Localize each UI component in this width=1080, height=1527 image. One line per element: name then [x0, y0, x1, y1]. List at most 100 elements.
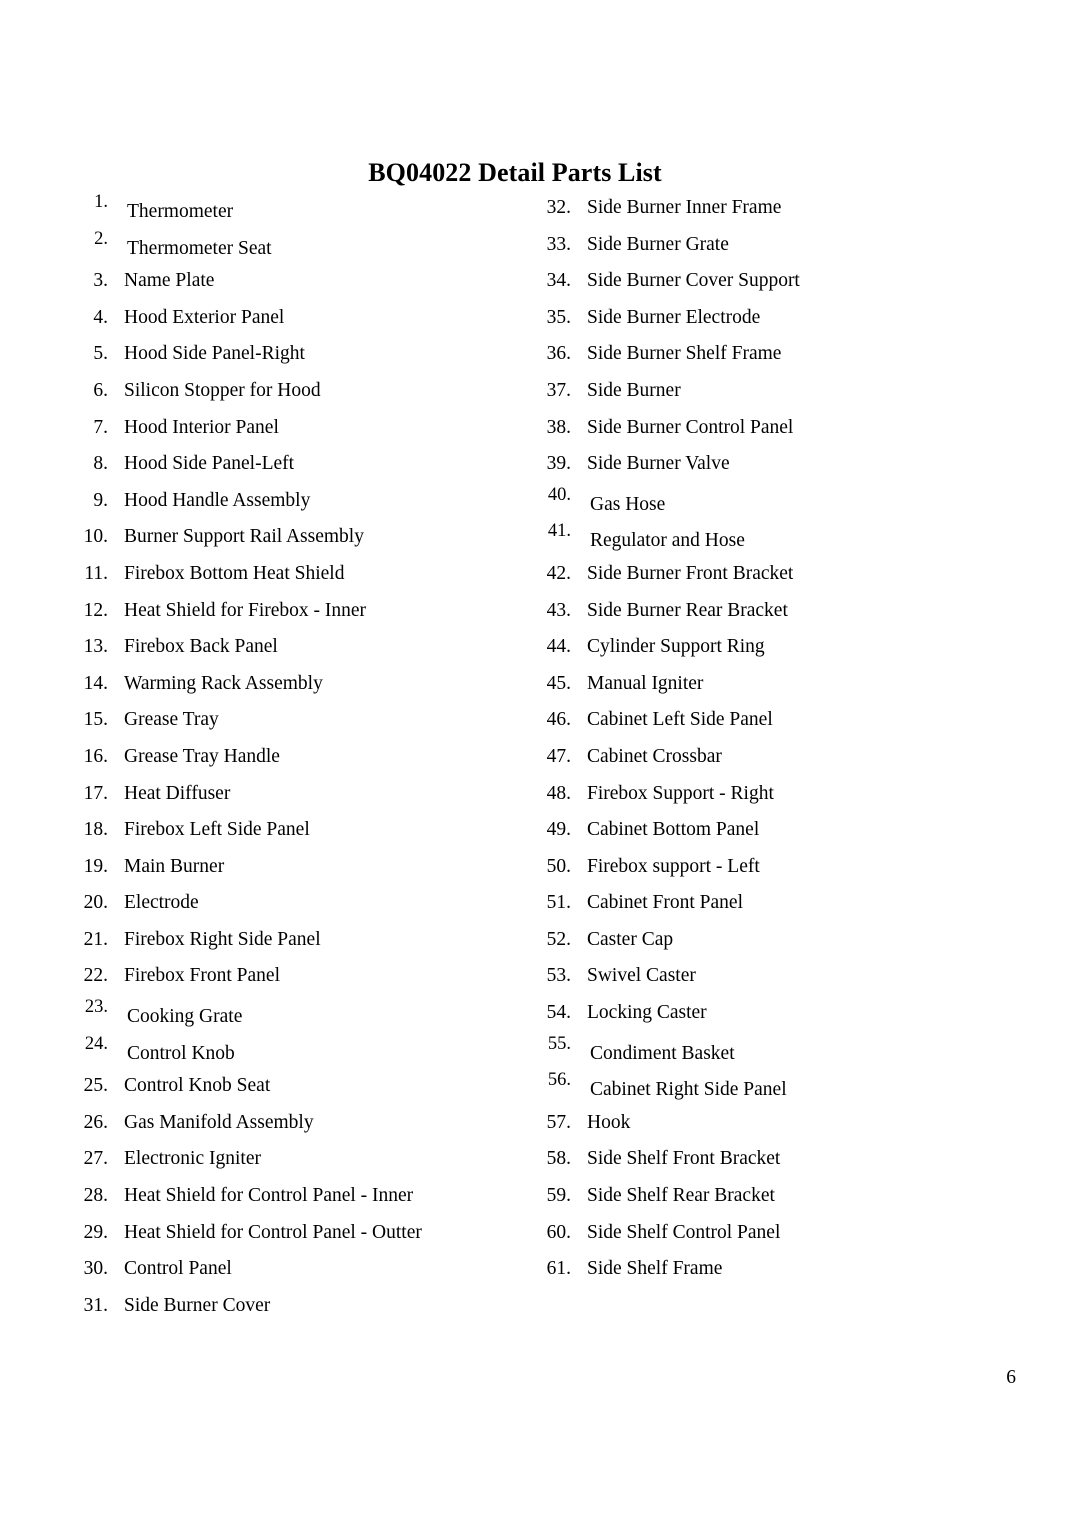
parts-list-item-number: 40.: [547, 484, 571, 505]
parts-list-item-label: Side Burner Grate: [587, 233, 729, 255]
parts-list-item: 16. Grease Tray Handle: [66, 739, 526, 776]
parts-list-item-number: 34.: [546, 270, 571, 292]
parts-list-item-number: 24.: [84, 1033, 108, 1054]
parts-list-item: 44. Cylinder Support Ring: [529, 629, 999, 666]
parts-list-item: 29. Heat Shield for Control Panel - Outte…: [66, 1215, 526, 1252]
parts-list-item-number: 26.: [83, 1111, 108, 1133]
parts-list-item-number: 29.: [83, 1221, 108, 1243]
parts-list-item-number: 51.: [546, 892, 571, 914]
parts-list-item: 55. Condiment Basket: [529, 1032, 999, 1069]
parts-list-item-label: Side Burner Shelf Frame: [587, 343, 782, 365]
parts-list-item-label: Side Burner Inner Frame: [587, 197, 782, 218]
parts-list-item-label: Side Burner: [587, 379, 681, 401]
parts-list-item-label: Manual Igniter: [587, 672, 704, 694]
parts-list-item-label: Side Burner Electrode: [587, 306, 761, 328]
parts-list-item-number: 46.: [546, 709, 571, 731]
parts-list-item: 18. Firebox Left Side Panel: [66, 812, 526, 849]
parts-list-item-number: 1.: [94, 192, 108, 212]
parts-list-item-label: Grease Tray: [124, 709, 219, 731]
parts-list-item: 9. Hood Handle Assembly: [66, 483, 526, 520]
parts-list-item: 24. Control Knob: [66, 1032, 526, 1069]
parts-list-item: 60. Side Shelf Control Panel: [529, 1215, 999, 1252]
parts-list-item-label: Name Plate: [124, 270, 215, 292]
parts-list-item-label: Condiment Basket: [590, 1042, 735, 1064]
parts-list-item-label: Cabinet Bottom Panel: [587, 819, 760, 841]
parts-list-item-number: 36.: [546, 343, 571, 365]
parts-list-item: 1. Thermometer: [66, 190, 526, 227]
parts-list-item: 61. Side Shelf Frame: [529, 1251, 999, 1288]
parts-list-item-number: 44.: [546, 636, 571, 658]
parts-list-item-label: Firebox Right Side Panel: [124, 928, 321, 950]
parts-list-item: 38. Side Burner Control Panel: [529, 410, 999, 447]
parts-list-item-number: 13.: [83, 636, 108, 658]
parts-list-item-number: 35.: [546, 306, 571, 328]
parts-list-item-label: Regulator and Hose: [590, 530, 745, 552]
parts-list-item-number: 41.: [547, 521, 571, 542]
parts-list-item-number: 42.: [546, 562, 571, 584]
parts-list-item-number: 38.: [546, 416, 571, 438]
parts-list-item: 57. Hook: [529, 1105, 999, 1142]
parts-list-item: 6. Silicon Stopper for Hood: [66, 373, 526, 410]
page-title: BQ04022 Detail Parts List: [368, 158, 662, 188]
parts-list-item-number: 45.: [546, 672, 571, 694]
page-number: 6: [1006, 1367, 1016, 1388]
parts-list-item: 8. Hood Side Panel-Left: [66, 446, 526, 483]
parts-list-item: 31. Side Burner Cover: [66, 1288, 526, 1325]
parts-list-item-label: Cylinder Support Ring: [587, 636, 765, 658]
parts-list-item: 52. Caster Cap: [529, 922, 999, 959]
parts-list-item-label: Warming Rack Assembly: [124, 672, 323, 694]
parts-list-item-number: 32.: [546, 197, 571, 218]
parts-list-item-label: Cabinet Front Panel: [587, 892, 743, 914]
parts-list-item-label: Grease Tray Handle: [124, 745, 280, 767]
parts-list-item-label: Heat Shield for Firebox - Inner: [124, 599, 367, 621]
parts-list-item-label: Firebox Left Side Panel: [124, 819, 310, 841]
parts-list-item: 10. Burner Support Rail Assembly: [66, 519, 526, 556]
parts-list-item: 5. Hood Side Panel-Right: [66, 336, 526, 373]
parts-list-item: 58. Side Shelf Front Bracket: [529, 1141, 999, 1178]
parts-list-item-label: Heat Diffuser: [124, 782, 231, 804]
parts-list-item-number: 59.: [546, 1185, 571, 1207]
parts-list-item-label: Hood Handle Assembly: [124, 489, 311, 511]
parts-list-item: 54. Locking Caster: [529, 995, 999, 1032]
parts-list-left-column: 1. Thermometer 2. Thermometer Seat 3. Name Pl…: [66, 190, 526, 1324]
parts-list-item-label: Control Knob: [127, 1042, 235, 1064]
parts-list-item-label: Firebox Bottom Heat Shield: [124, 562, 345, 584]
parts-list-item-label: Hood Exterior Panel: [124, 306, 285, 328]
parts-list-item: 45. Manual Igniter: [529, 666, 999, 703]
parts-list-item-number: 19.: [83, 855, 108, 877]
parts-list-item-number: 10.: [83, 526, 108, 548]
parts-list-item: 53. Swivel Caster: [529, 958, 999, 995]
parts-list-item: 46. Cabinet Left Side Panel: [529, 702, 999, 739]
parts-list-item: 20. Electrode: [66, 885, 526, 922]
parts-list-item-label: Side Shelf Front Bracket: [587, 1148, 781, 1170]
parts-list-item: 4. Hood Exterior Panel: [66, 300, 526, 337]
parts-list-item-number: 23.: [84, 997, 108, 1018]
parts-list-item: 19. Main Burner: [66, 849, 526, 886]
parts-list-item-number: 60.: [546, 1221, 571, 1243]
parts-list-item-number: 15.: [83, 709, 108, 731]
parts-list-item-label: Heat Shield for Control Panel - Inner: [124, 1185, 414, 1207]
parts-list-item-number: 17.: [83, 782, 108, 804]
parts-list-item-number: 28.: [83, 1185, 108, 1207]
parts-list-item-label: Main Burner: [124, 855, 225, 877]
parts-list-item-number: 7.: [93, 416, 108, 438]
parts-list-item-label: Side Burner Front Bracket: [587, 562, 794, 584]
parts-list-item: 39. Side Burner Valve: [529, 446, 999, 483]
parts-list-item-label: Side Burner Cover: [124, 1294, 271, 1316]
parts-list-item: 59. Side Shelf Rear Bracket: [529, 1178, 999, 1215]
parts-list-item-label: Burner Support Rail Assembly: [124, 526, 364, 548]
parts-list-item: 41. Regulator and Hose: [529, 519, 999, 556]
parts-list-item-label: Side Burner Valve: [587, 453, 730, 475]
parts-list-item: 35. Side Burner Electrode: [529, 300, 999, 337]
parts-list-item-label: Locking Caster: [587, 1002, 707, 1024]
parts-list-item: 14. Warming Rack Assembly: [66, 666, 526, 703]
parts-list-item-number: 43.: [546, 599, 571, 621]
parts-list-item-number: 47.: [546, 745, 571, 767]
parts-list-item-label: Side Burner Cover Support: [587, 270, 800, 292]
parts-list-item-number: 33.: [546, 233, 571, 255]
parts-list-item-number: 55.: [547, 1033, 571, 1054]
parts-list-item-number: 14.: [83, 672, 108, 694]
parts-list-item-number: 20.: [83, 892, 108, 914]
parts-list-right-column: 32. Side Burner Inner Frame 33. Side Burner…: [529, 190, 999, 1288]
parts-list-item-label: Firebox Front Panel: [124, 965, 280, 987]
